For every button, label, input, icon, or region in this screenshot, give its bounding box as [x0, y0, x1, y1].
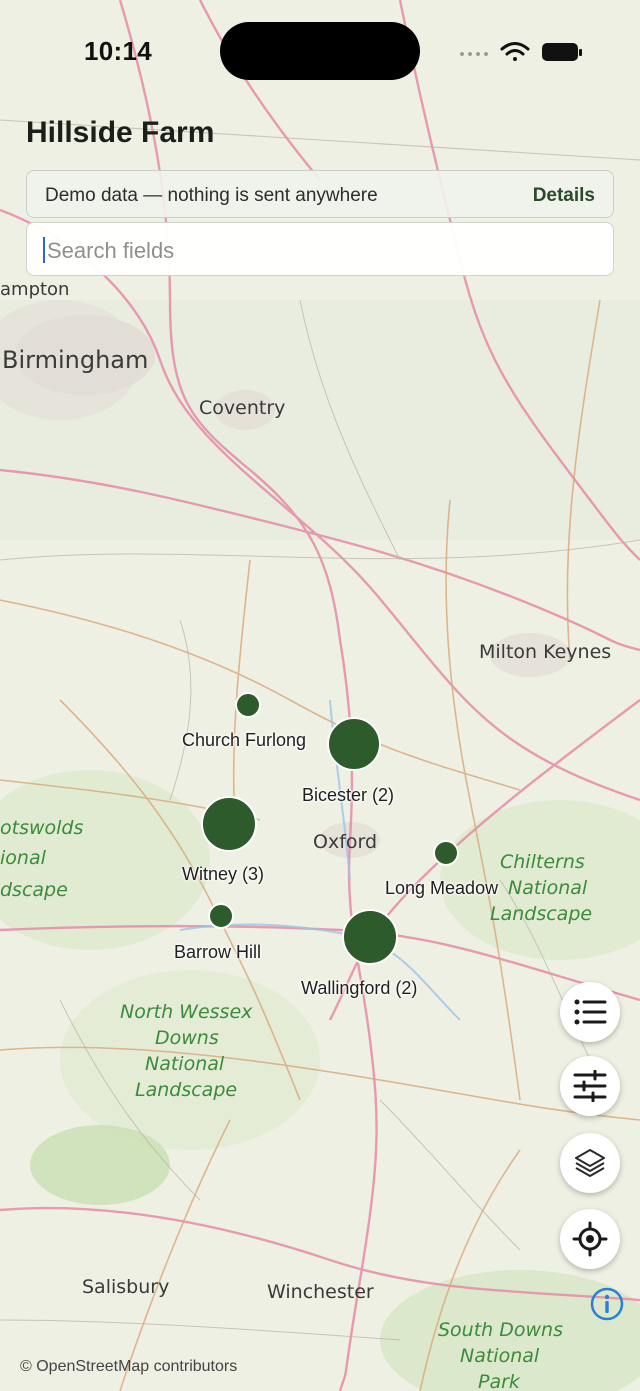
- park-label: otswolds: [0, 817, 83, 839]
- details-link[interactable]: Details: [533, 185, 595, 207]
- field-marker[interactable]: [235, 692, 261, 718]
- park-label: Landscape: [135, 1079, 237, 1101]
- field-marker[interactable]: [208, 903, 234, 929]
- marker-label[interactable]: Bicester (2): [302, 785, 394, 806]
- map-layers-button[interactable]: [560, 1133, 620, 1193]
- page-title: Hillside Farm: [26, 116, 215, 149]
- marker-label[interactable]: Church Furlong: [182, 730, 306, 751]
- list-icon: [574, 999, 607, 1025]
- map-attribution[interactable]: © OpenStreetMap contributors: [20, 1358, 237, 1376]
- search-input[interactable]: Search fields: [26, 222, 614, 276]
- battery-icon: [542, 43, 582, 61]
- status-time: 10:14: [84, 36, 152, 66]
- place-label: ampton: [0, 279, 69, 300]
- park-label: South Downs: [438, 1319, 563, 1341]
- marker-label[interactable]: Wallingford (2): [301, 978, 417, 999]
- marker-label[interactable]: Witney (3): [182, 864, 264, 885]
- park-label: ional: [0, 847, 47, 869]
- park-label: Landscape: [490, 903, 592, 925]
- place-label: Oxford: [313, 831, 377, 853]
- place-label: Birmingham: [2, 346, 148, 374]
- park-label: National: [460, 1345, 540, 1367]
- park-label: National: [145, 1053, 225, 1075]
- park-label: Park: [478, 1371, 521, 1391]
- status-icons: [460, 42, 582, 61]
- park-label: Downs: [155, 1027, 219, 1049]
- place-label: Milton Keynes: [479, 641, 611, 663]
- list-view-button[interactable]: [560, 982, 620, 1042]
- park-label: dscape: [0, 879, 68, 901]
- marker-label[interactable]: Barrow Hill: [174, 942, 261, 963]
- filter-button[interactable]: [560, 1056, 620, 1116]
- field-marker[interactable]: [433, 840, 459, 866]
- place-label: Salisbury: [82, 1276, 169, 1298]
- park-label: North Wessex: [120, 1001, 253, 1023]
- demo-notice-banner: Demo data — nothing is sent anywhere Det…: [26, 170, 614, 218]
- locate-icon: [572, 1221, 608, 1257]
- signal-icon: [460, 52, 488, 56]
- cluster-marker[interactable]: [201, 796, 257, 852]
- marker-label[interactable]: Long Meadow: [385, 878, 498, 899]
- text-caret: [43, 237, 45, 263]
- cluster-marker[interactable]: [327, 717, 381, 771]
- wifi-icon: [500, 42, 530, 61]
- notice-text: Demo data — nothing is sent anywhere: [45, 185, 378, 206]
- search-placeholder: Search fields: [47, 238, 175, 263]
- sliders-icon: [573, 1070, 607, 1102]
- park-label: Chilterns: [500, 851, 585, 873]
- dynamic-island: [220, 22, 420, 80]
- app-screen: { "status_bar": { "time": "10:14" }, "he…: [0, 0, 640, 1391]
- place-label: Coventry: [199, 397, 285, 419]
- cluster-marker[interactable]: [342, 909, 398, 965]
- info-icon[interactable]: [590, 1287, 624, 1321]
- park-label: National: [508, 877, 588, 899]
- place-label: Winchester: [267, 1281, 374, 1303]
- locate-me-button[interactable]: [560, 1209, 620, 1269]
- layers-icon: [575, 1149, 605, 1177]
